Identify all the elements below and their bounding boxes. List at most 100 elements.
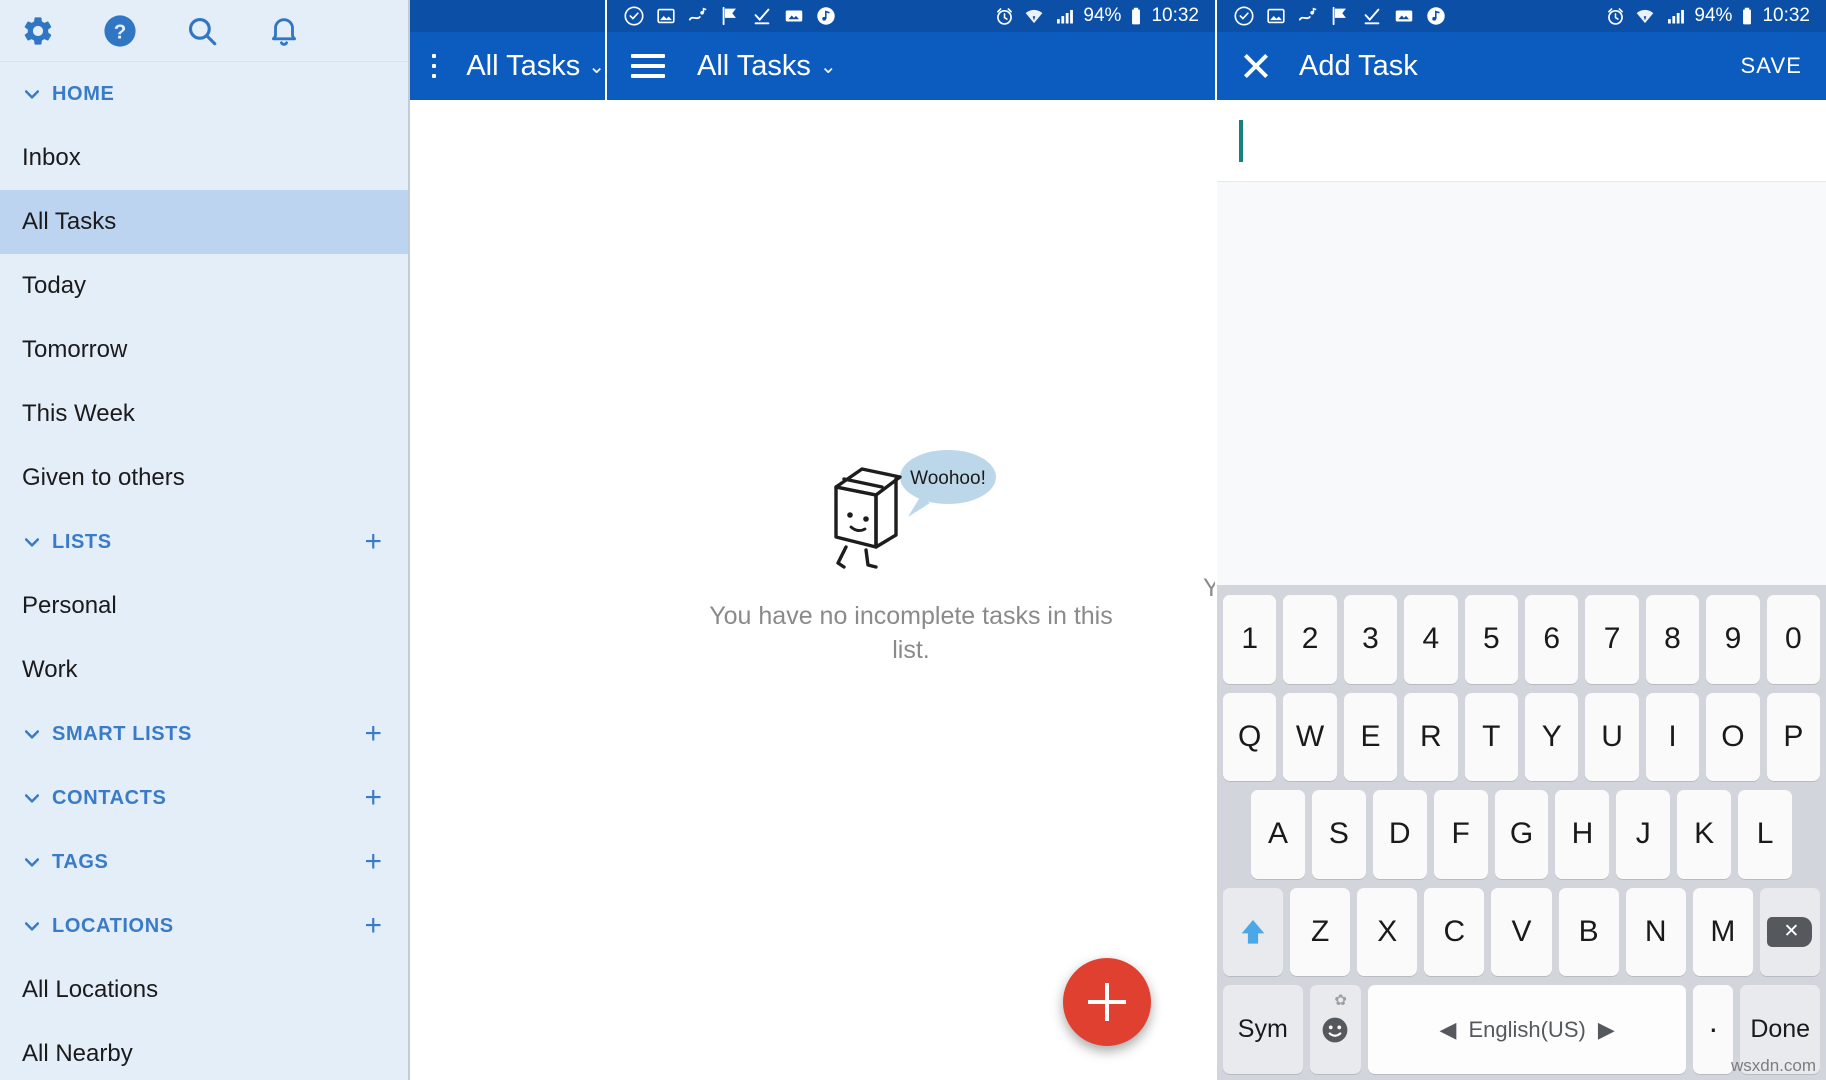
gear-icon[interactable] [20,13,56,49]
sidebar-item-all-locations[interactable]: All Locations [0,958,408,1022]
space-key[interactable]: ◀ English(US) ▶ [1367,985,1687,1074]
key-7[interactable]: 7 [1585,595,1639,684]
sidebar-group-lists[interactable]: LISTS + [0,510,408,574]
shift-key[interactable] [1223,887,1284,977]
add-task-fab[interactable] [1063,958,1151,1046]
key-r[interactable]: R [1404,692,1458,782]
sidebar-item-inbox[interactable]: Inbox [0,126,408,190]
task-name-input[interactable] [1217,100,1826,182]
sidebar-group-tags[interactable]: TAGS + [0,830,408,894]
wifi-icon [1026,9,1043,23]
clock-label: 10:32 [1151,5,1199,26]
sidebar-group-locations[interactable]: LOCATIONS + [0,894,408,958]
key-3[interactable]: 3 [1343,595,1398,684]
status-bar-system-icons: 94% 10:32 [994,5,1199,27]
key-2[interactable]: 2 [1283,595,1337,684]
alarm-clock-icon [1608,7,1624,25]
add-tag-button[interactable]: + [364,847,382,877]
key-d[interactable]: D [1372,790,1427,879]
wifi-icon [1637,9,1654,23]
sidebar-group-home[interactable]: HOME [0,62,408,126]
chevron-down-icon [22,532,42,552]
key-b[interactable]: B [1558,887,1619,977]
key-x[interactable]: X [1357,887,1418,977]
key-s[interactable]: S [1311,790,1366,879]
key-e[interactable]: E [1343,692,1398,782]
keyboard-language-label: English(US) [1468,1016,1586,1042]
close-icon[interactable] [1241,51,1271,81]
language-next-arrow-icon[interactable]: ▶ [1598,1017,1615,1043]
sidebar-item-given-to-others[interactable]: Given to others [0,446,408,510]
search-icon[interactable] [184,13,220,49]
hamburger-menu-icon[interactable] [432,48,437,84]
flag-check-icon [722,6,736,26]
key-9[interactable]: 9 [1706,595,1760,684]
hamburger-menu-icon[interactable] [631,48,665,84]
emoji-key[interactable]: ✿ [1309,985,1361,1074]
main-app-bar: All Tasks ⌄ [607,32,1215,100]
sidebar-group-smart-lists[interactable]: SMART LISTS + [0,702,408,766]
key-t[interactable]: T [1464,692,1518,782]
alarm-clock-icon [997,7,1013,25]
clipped-app-title[interactable]: All Tasks ⌄ [466,50,605,83]
help-icon[interactable]: ? [102,13,138,49]
sidebar-item-personal[interactable]: Personal [0,574,408,638]
backspace-key[interactable]: ✕ [1759,887,1820,977]
key-c[interactable]: C [1424,887,1485,977]
key-p[interactable]: P [1766,692,1821,782]
list-title-dropdown[interactable]: All Tasks ⌄ [697,50,837,83]
key-5[interactable]: 5 [1464,595,1518,684]
sidebar-item-tomorrow[interactable]: Tomorrow [0,318,408,382]
key-z[interactable]: Z [1290,887,1351,977]
cell-signal-icon [1668,9,1685,23]
key-l[interactable]: L [1738,790,1793,879]
language-prev-arrow-icon[interactable]: ◀ [1440,1017,1457,1043]
key-q[interactable]: Q [1222,692,1277,782]
sidebar-group-label-tags: TAGS [52,850,109,873]
sidebar-item-work[interactable]: Work [0,638,408,702]
key-1[interactable]: 1 [1222,595,1277,684]
add-list-button[interactable]: + [364,527,382,557]
key-4[interactable]: 4 [1404,595,1458,684]
key-f[interactable]: F [1433,790,1488,879]
task-detail-area [1217,182,1826,622]
music-circle-icon [817,7,835,25]
add-task-panel: 94% 10:32 Add Task SAVE 1 2 3 4 5 6 7 8 … [1215,0,1826,1080]
battery-icon [1132,7,1141,24]
key-i[interactable]: I [1645,692,1700,782]
add-contact-button[interactable]: + [364,783,382,813]
add-smart-list-button[interactable]: + [364,719,382,749]
key-y[interactable]: Y [1525,692,1579,782]
key-o[interactable]: O [1706,692,1760,782]
key-6[interactable]: 6 [1525,595,1579,684]
keyboard-row-home: A S D F G H J K L [1223,790,1820,879]
key-a[interactable]: A [1251,790,1305,879]
key-j[interactable]: J [1616,790,1671,879]
sidebar-group-contacts[interactable]: CONTACTS + [0,766,408,830]
sidebar-item-this-week[interactable]: This Week [0,382,408,446]
keyboard-row-numbers: 1 2 3 4 5 6 7 8 9 0 [1222,595,1821,684]
key-g[interactable]: G [1494,790,1549,879]
key-w[interactable]: W [1283,692,1337,782]
key-v[interactable]: V [1491,887,1552,977]
key-n[interactable]: N [1625,887,1686,977]
key-u[interactable]: U [1585,692,1639,782]
smiley-icon [1322,1017,1348,1043]
save-button[interactable]: SAVE [1741,53,1802,79]
notifications-bell-icon[interactable] [266,13,302,49]
sidebar-item-label: All Nearby [22,1040,133,1067]
status-bar-notification-icons-right [1233,5,1447,27]
add-location-button[interactable]: + [364,911,382,941]
task-list-panel: 94% 10:32 All Tasks ⌄ Woohoo! You have n… [607,0,1215,1080]
watermark: wsxdn.com [1730,1056,1816,1075]
key-0[interactable]: 0 [1766,595,1821,684]
key-8[interactable]: 8 [1645,595,1700,684]
sidebar-item-all-nearby[interactable]: All Nearby [0,1022,408,1080]
period-key[interactable]: . [1693,985,1734,1074]
key-m[interactable]: M [1692,887,1753,977]
key-k[interactable]: K [1677,790,1732,879]
sidebar-item-all-tasks[interactable]: All Tasks [0,190,408,254]
sidebar-item-today[interactable]: Today [0,254,408,318]
symbols-key[interactable]: Sym [1223,985,1303,1074]
key-h[interactable]: H [1555,790,1610,879]
